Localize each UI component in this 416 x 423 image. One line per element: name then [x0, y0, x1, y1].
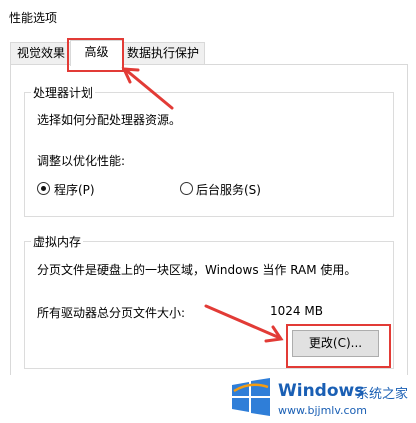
processor-scheduling-description: 选择如何分配处理器资源。	[37, 113, 182, 127]
processor-scheduling-title: 处理器计划	[31, 84, 96, 101]
change-button[interactable]: 更改(C)...	[292, 330, 379, 357]
windows-logo-icon	[232, 378, 270, 416]
window-title: 性能选项	[9, 11, 58, 25]
radio-programs-circle[interactable]	[37, 182, 50, 195]
total-paging-file-value: 1024 MB	[270, 304, 323, 318]
virtual-memory-description: 分页文件是硬盘上的一块区域，Windows 当作 RAM 使用。	[37, 263, 357, 277]
watermark-url: www.bjjmlv.com	[278, 404, 367, 417]
title-bar: 性能选项	[0, 0, 416, 34]
tab-advanced[interactable]: 高级	[70, 40, 123, 66]
tab-data-execution-prevention[interactable]: 数据执行保护	[121, 42, 205, 64]
adjust-performance-label: 调整以优化性能:	[37, 154, 126, 168]
watermark-brand: Windows	[278, 381, 365, 401]
total-paging-file-label: 所有驱动器总分页文件大小:	[37, 306, 186, 320]
radio-selected-dot	[41, 186, 46, 191]
radio-programs-label[interactable]: 程序(P)	[54, 181, 95, 198]
tab-visual-effects[interactable]: 视觉效果	[10, 42, 72, 64]
radio-background-services-label[interactable]: 后台服务(S)	[196, 181, 261, 198]
watermark: Windows 系统之家 www.bjjmlv.com	[228, 373, 416, 423]
virtual-memory-title: 虚拟内存	[31, 233, 84, 250]
watermark-brand-cn: 系统之家	[356, 387, 409, 402]
radio-background-services-circle[interactable]	[180, 182, 193, 195]
